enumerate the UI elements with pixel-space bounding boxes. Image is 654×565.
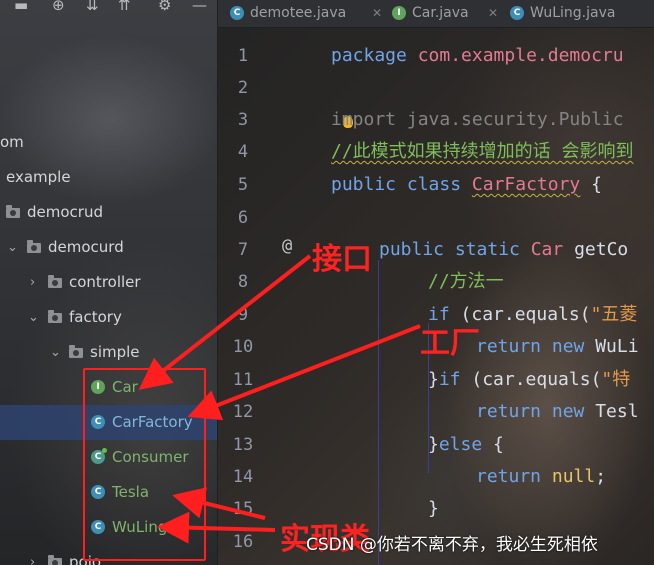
arrow-to-car [138, 254, 312, 390]
arrow-to-tesla [172, 487, 266, 520]
annotation-arrows [138, 254, 421, 544]
arrow-to-wuling [157, 511, 276, 544]
watermark: CSDN @你若不离不弃，我必生死相依 [306, 535, 598, 555]
arrow-to-carfactory [187, 324, 421, 421]
